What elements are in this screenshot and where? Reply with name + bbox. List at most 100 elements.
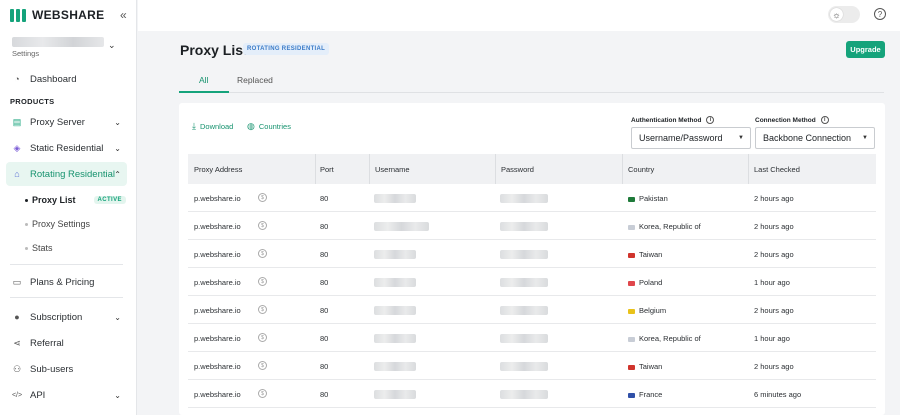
- help-icon[interactable]: ?: [874, 8, 886, 20]
- users-icon: ⚇: [12, 363, 22, 374]
- password-redacted: [500, 362, 548, 371]
- brand-logo[interactable]: WEBSHARE: [10, 8, 104, 22]
- bullet-icon: [25, 198, 28, 202]
- last-checked-cell: 1 hour ago: [754, 278, 790, 287]
- column-header-country[interactable]: Country: [628, 165, 654, 174]
- active-tab-indicator: [179, 91, 229, 93]
- sidebar-item-rotating-residential[interactable]: ⌂ Rotating Residential ⌃: [6, 162, 127, 186]
- share-icon: ⋖: [13, 337, 21, 348]
- account-sub-label: Settings: [12, 49, 40, 58]
- table-row[interactable]: p.webshare.io $ 80 Belgium 2 hours ago: [188, 296, 876, 324]
- sidebar-item-label: Static Residential: [30, 142, 104, 154]
- sidebar-item-sub-users[interactable]: ⚇ Sub-users: [6, 357, 127, 381]
- password-redacted: [500, 250, 548, 259]
- copy-icon[interactable]: $: [258, 249, 267, 258]
- chevron-up-icon: ⌃: [114, 169, 121, 179]
- table-row[interactable]: p.webshare.io $ 80 France 6 minutes ago: [188, 380, 876, 408]
- port-cell: 80: [320, 390, 329, 399]
- sidebar-item-label: Rotating Residential: [30, 168, 116, 180]
- copy-icon[interactable]: $: [258, 361, 267, 370]
- sidebar-subitem-stats[interactable]: Stats: [25, 243, 53, 253]
- table-row[interactable]: p.webshare.io $ 80 Korea, Republic of 1 …: [188, 324, 876, 352]
- username-redacted: [374, 390, 416, 399]
- sidebar-subitem-proxy-settings[interactable]: Proxy Settings: [25, 219, 90, 229]
- theme-toggle[interactable]: ☼: [828, 6, 860, 23]
- sidebar-item-dashboard[interactable]: ◔ Dashboard: [6, 67, 127, 91]
- copy-icon[interactable]: $: [258, 305, 267, 314]
- sidebar-item-static-residential[interactable]: ◈ Static Residential ⌄: [6, 136, 127, 160]
- last-checked-cell: 6 minutes ago: [754, 390, 802, 399]
- table-row[interactable]: p.webshare.io $ 80 Taiwan 2 hours ago: [188, 352, 876, 380]
- country-name: Korea, Republic of: [639, 334, 701, 343]
- column-header-proxy-address[interactable]: Proxy Address: [194, 165, 242, 174]
- sidebar-item-subscription[interactable]: ● Subscription ⌄: [6, 305, 127, 329]
- bullet-icon: [25, 246, 28, 250]
- country-name: Korea, Republic of: [639, 222, 701, 231]
- table-row[interactable]: p.webshare.io $ 80 Poland 1 hour ago: [188, 268, 876, 296]
- table-row[interactable]: p.webshare.io $ 80 Pakistan 2 hours ago: [188, 184, 876, 212]
- sidebar-subitem-proxy-list[interactable]: Proxy List ACTIVE: [25, 195, 126, 205]
- sidebar-item-proxy-server[interactable]: ▤ Proxy Server ⌄: [6, 110, 127, 134]
- table-row[interactable]: p.webshare.io $ 80 Korea, Republic of 2 …: [188, 212, 876, 240]
- download-link[interactable]: ⤓ Download: [192, 121, 233, 132]
- password-redacted: [500, 390, 548, 399]
- chevron-down-icon[interactable]: ⌄: [108, 40, 116, 51]
- logo-mark-icon: [10, 8, 27, 22]
- sidebar-item-plans-pricing[interactable]: ▭ Plans & Pricing: [6, 270, 127, 294]
- port-cell: 80: [320, 334, 329, 343]
- tab-replaced[interactable]: Replaced: [237, 75, 273, 85]
- info-icon[interactable]: i: [820, 116, 829, 124]
- connection-method-label: Connection Method i: [755, 116, 829, 124]
- proxy-list-panel: ⤓ Download ◍ Countries Authentication Me…: [179, 103, 885, 415]
- countries-link[interactable]: ◍ Countries: [247, 121, 291, 132]
- sidebar-item-referral[interactable]: ⋖ Referral: [6, 331, 127, 355]
- username-redacted: [374, 194, 416, 203]
- column-header-password[interactable]: Password: [501, 165, 534, 174]
- copy-icon[interactable]: $: [258, 221, 267, 230]
- auth-method-label-text: Authentication Method: [631, 116, 702, 124]
- last-checked-cell: 1 hour ago: [754, 334, 790, 343]
- flag-icon: [628, 280, 635, 286]
- proxy-address-cell: p.webshare.io: [194, 334, 241, 343]
- upgrade-button[interactable]: Upgrade: [846, 41, 885, 58]
- brand-name: WEBSHARE: [32, 8, 105, 22]
- flag-icon: [628, 224, 635, 230]
- copy-icon[interactable]: $: [258, 333, 267, 342]
- connection-method-label-text: Connection Method: [755, 116, 816, 124]
- copy-icon[interactable]: $: [258, 193, 267, 202]
- info-icon[interactable]: i: [706, 116, 715, 124]
- tab-all[interactable]: All: [199, 75, 208, 85]
- sidebar: WEBSHARE « Settings ⌄ ◔ Dashboard PRODUC…: [0, 0, 137, 415]
- password-redacted: [500, 194, 548, 203]
- user-icon: ●: [14, 312, 20, 322]
- sidebar-divider: [10, 297, 123, 298]
- column-header-port[interactable]: Port: [320, 165, 334, 174]
- column-header-username[interactable]: Username: [375, 165, 410, 174]
- connection-method-select[interactable]: Backbone Connection ▼: [755, 127, 875, 149]
- countries-label: Countries: [258, 122, 291, 131]
- download-label: Download: [199, 122, 234, 131]
- sidebar-item-api[interactable]: </> API ⌄: [6, 383, 127, 407]
- auth-method-select[interactable]: Username/Password ▼: [631, 127, 751, 149]
- collapse-sidebar-icon[interactable]: «: [120, 8, 127, 22]
- column-header-last-checked[interactable]: Last Checked: [754, 165, 800, 174]
- table-header: Proxy Address Port Username Password Cou…: [188, 154, 876, 184]
- copy-icon[interactable]: $: [258, 277, 267, 286]
- section-label-products: PRODUCTS: [10, 97, 55, 106]
- auth-method-value: Username/Password: [639, 133, 723, 143]
- username-redacted: [374, 278, 416, 287]
- account-switcher[interactable]: Settings: [12, 37, 104, 58]
- house-icon: ⌂: [14, 169, 20, 179]
- code-icon: </>: [11, 391, 23, 399]
- country-name: Poland: [639, 278, 663, 287]
- username-redacted: [374, 362, 416, 371]
- flag-icon: [628, 252, 635, 258]
- table-row[interactable]: p.webshare.io $ 80 Taiwan 2 hours ago: [188, 240, 876, 268]
- connection-method-value: Backbone Connection: [763, 133, 852, 143]
- country-name: Taiwan: [639, 362, 663, 371]
- username-redacted: [374, 334, 416, 343]
- port-cell: 80: [320, 222, 329, 231]
- country-cell: France: [628, 390, 662, 399]
- copy-icon[interactable]: $: [258, 389, 267, 398]
- port-cell: 80: [320, 250, 329, 259]
